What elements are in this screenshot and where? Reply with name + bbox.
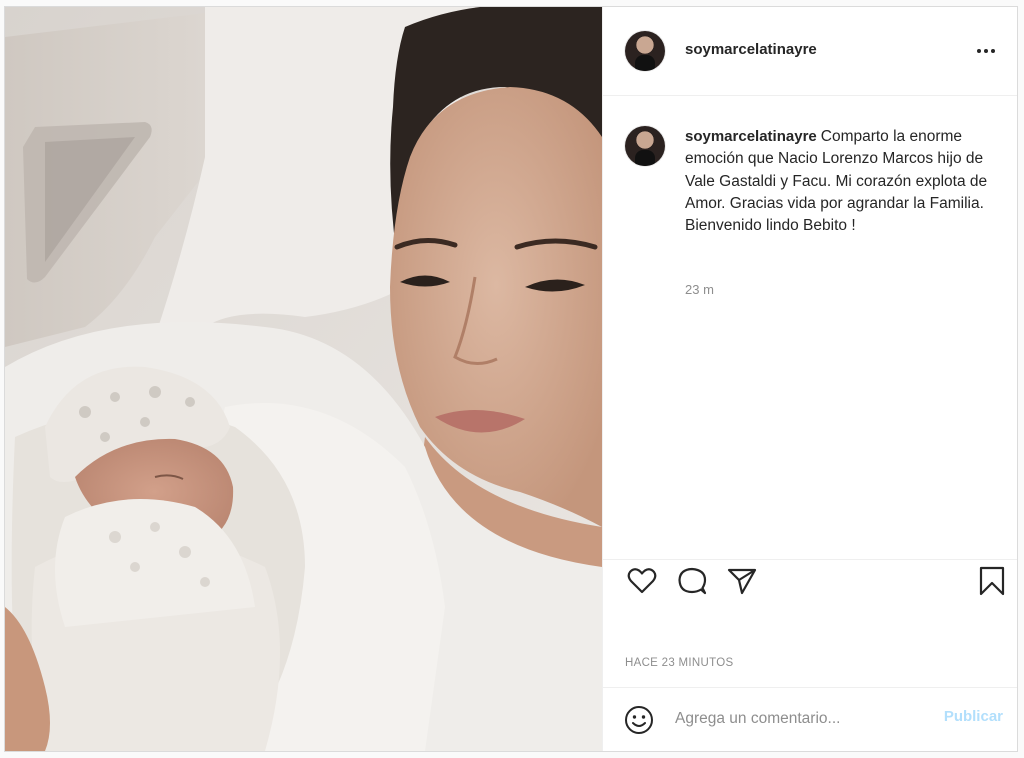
heart-outline-icon [627,568,657,594]
post-details-panel: soymarcelatinayre soymarcelatinayre Compa… [602,7,1017,751]
post-timestamp[interactable]: Hace 23 minutos [625,657,733,669]
emoji-button[interactable] [623,704,655,736]
post-header: soymarcelatinayre [603,7,1017,96]
share-button[interactable] [725,564,759,598]
more-dot [984,49,988,53]
comment-button[interactable] [675,564,709,598]
avatar[interactable] [625,31,665,71]
like-button[interactable] [625,564,659,598]
bookmark-outline-icon [979,566,1005,596]
comment-bubble-icon [678,567,707,595]
post-photo[interactable] [5,7,602,751]
instagram-post: soymarcelatinayre soymarcelatinayre Compa… [4,6,1018,752]
caption-username[interactable]: soymarcelatinayre [685,128,817,145]
header-username[interactable]: soymarcelatinayre [685,41,817,58]
action-bar [603,559,1017,608]
caption-area: soymarcelatinayre Comparto la enorme emoc… [603,96,1017,551]
save-button[interactable] [975,564,1009,598]
photo-illustration [5,7,602,751]
caption-age: 23 m [685,282,714,297]
paper-plane-icon [727,568,757,595]
more-horizontal-icon [977,49,981,53]
caption-avatar[interactable] [625,126,665,166]
more-dot [991,49,995,53]
comment-input[interactable] [675,706,925,732]
comment-bar: Publicar [603,687,1017,751]
publish-button[interactable]: Publicar [944,708,1003,725]
smiley-face-icon [625,706,653,734]
more-options-button[interactable] [973,41,999,61]
caption: soymarcelatinayre Comparto la enorme emoc… [685,126,995,237]
